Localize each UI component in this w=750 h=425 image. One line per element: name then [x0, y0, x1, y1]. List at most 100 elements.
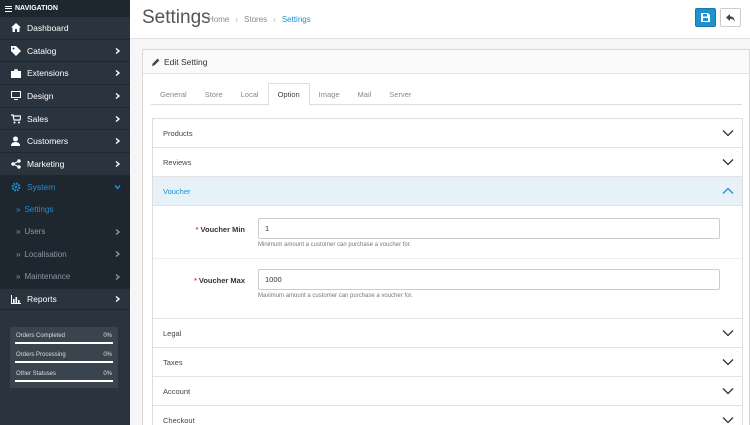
tab-mail[interactable]: Mail — [349, 83, 381, 105]
tab-image[interactable]: Image — [310, 83, 349, 105]
double-chevron-right-icon: » — [16, 272, 21, 282]
chevron-right-icon — [115, 47, 121, 54]
chevron-down-icon — [722, 130, 734, 137]
accordion-products[interactable]: Products — [153, 119, 742, 148]
sidebar-item-label: Sales — [27, 113, 49, 124]
breadcrumb-stores[interactable]: Stores — [244, 15, 267, 24]
chevron-right-icon — [115, 251, 121, 258]
chevron-right-icon — [115, 92, 121, 99]
sidebar-item-system[interactable]: System — [0, 175, 130, 199]
accordion-label: Legal — [163, 328, 182, 338]
chevron-down-icon — [114, 184, 121, 190]
required-marker: * — [195, 225, 199, 234]
sidebar-item-design[interactable]: Design — [0, 85, 130, 108]
submenu-item-users[interactable]: » Users — [0, 221, 130, 243]
accordion-account[interactable]: Account — [153, 377, 742, 406]
chevron-right-icon — [115, 115, 121, 122]
voucher-min-help: Minimum amount a customer can purchase a… — [258, 242, 412, 248]
chevron-right-icon — [115, 138, 121, 145]
chevron-down-icon — [722, 359, 734, 366]
voucher-min-row: *Voucher Min Minimum amount a customer c… — [153, 206, 742, 259]
stat-orders-processing: Orders Processing 0% — [15, 349, 113, 368]
tab-local[interactable]: Local — [232, 83, 268, 105]
chevron-right-icon — [115, 273, 121, 280]
back-button[interactable] — [720, 8, 741, 27]
breadcrumb: Home › Stores › Settings — [208, 15, 311, 24]
submenu-item-maintenance[interactable]: » Maintenance — [0, 265, 130, 287]
cart-icon — [10, 113, 21, 124]
submenu-item-label: Localisation — [24, 249, 67, 259]
sidebar-item-customers[interactable]: Customers — [0, 130, 130, 154]
breadcrumb-home[interactable]: Home — [208, 15, 229, 24]
sidebar-item-label: Design — [27, 90, 54, 101]
chevron-down-icon — [722, 159, 734, 166]
sidebar-item-label: System — [27, 181, 56, 192]
submenu-item-localisation[interactable]: » Localisation — [0, 243, 130, 265]
panel-heading: Edit Setting — [143, 50, 749, 74]
voucher-max-input[interactable] — [258, 269, 720, 290]
accordion-checkout[interactable]: Checkout — [153, 406, 742, 425]
submenu-item-settings[interactable]: » Settings — [0, 199, 130, 221]
nav-header[interactable]: NAVIGATION — [0, 0, 130, 17]
accordion-label: Products — [163, 128, 193, 138]
reply-icon — [726, 13, 735, 22]
accordion-label: Account — [163, 386, 191, 396]
accordion-reviews[interactable]: Reviews — [153, 148, 742, 177]
voucher-max-help: Maximum amount a customer can purchase a… — [258, 293, 413, 299]
chevron-down-icon — [722, 330, 734, 337]
stat-other-statuses: Other Statuses 0% — [15, 368, 113, 387]
accordion-legal[interactable]: Legal — [153, 319, 742, 348]
tab-server[interactable]: Server — [380, 83, 420, 105]
system-submenu: » Settings » Users » Localisation » Main… — [0, 198, 130, 288]
sidebar-item-sales[interactable]: Sales — [0, 108, 130, 131]
accordion-label: Checkout — [163, 415, 195, 425]
progress-bar — [15, 380, 113, 382]
user-icon — [10, 136, 21, 147]
save-button[interactable] — [695, 8, 716, 27]
option-accordion: Products Reviews Voucher *Voucher Min Mi… — [152, 118, 743, 425]
sidebar-item-catalog[interactable]: Catalog — [0, 40, 130, 63]
nav-header-label: NAVIGATION — [15, 5, 58, 12]
sidebar-item-label: Catalog — [27, 45, 57, 56]
monitor-icon — [10, 90, 21, 101]
breadcrumb-separator: › — [273, 15, 276, 24]
bar-chart-icon — [10, 294, 21, 305]
double-chevron-right-icon: » — [16, 227, 21, 237]
required-marker: * — [193, 276, 197, 285]
tab-store[interactable]: Store — [196, 83, 232, 105]
tag-icon — [10, 45, 21, 56]
sidebar-item-label: Customers — [27, 136, 69, 147]
sidebar-item-label: Reports — [27, 294, 57, 305]
chevron-right-icon — [115, 70, 121, 77]
stat-value: 0% — [103, 371, 112, 377]
page-header: Settings Home › Stores › Settings — [130, 0, 750, 39]
voucher-min-input[interactable] — [258, 218, 720, 239]
sidebar-item-marketing[interactable]: Marketing — [0, 153, 130, 176]
accordion-taxes[interactable]: Taxes — [153, 348, 742, 377]
order-stats: Orders Completed 0% Orders Processing 0%… — [10, 327, 118, 388]
accordion-voucher[interactable]: Voucher — [153, 177, 742, 206]
stat-label: Orders Processing — [16, 352, 66, 358]
menu-icon — [5, 5, 12, 12]
edit-setting-panel: Edit Setting General Store Local Option … — [142, 49, 750, 425]
voucher-max-label: * Voucher Max — [193, 276, 245, 285]
tab-general[interactable]: General — [151, 83, 196, 105]
stat-label: Other Statuses — [16, 371, 57, 377]
accordion-label: Voucher — [163, 186, 191, 196]
dashboard-icon — [10, 22, 21, 33]
panel-title: Edit Setting — [164, 56, 208, 67]
stat-orders-completed: Orders Completed 0% — [15, 330, 113, 349]
voucher-section-body: *Voucher Min Minimum amount a customer c… — [153, 206, 742, 319]
tab-option[interactable]: Option — [267, 83, 310, 106]
sidebar-item-extensions[interactable]: Extensions — [0, 62, 130, 86]
stat-value: 0% — [103, 333, 112, 339]
chevron-up-icon — [722, 187, 734, 194]
sidebar-item-dashboard[interactable]: Dashboard — [0, 17, 130, 40]
sidebar-item-reports[interactable]: Reports — [0, 287, 130, 311]
breadcrumb-settings[interactable]: Settings — [282, 15, 311, 24]
voucher-max-row: *Voucher Max Maximum amount a customer c… — [153, 257, 742, 310]
accordion-label: Taxes — [163, 357, 183, 367]
puzzle-icon — [10, 68, 21, 79]
voucher-min-label: * Voucher Min — [195, 225, 245, 234]
settings-tabs: General Store Local Option Image Mail Se… — [151, 83, 742, 106]
